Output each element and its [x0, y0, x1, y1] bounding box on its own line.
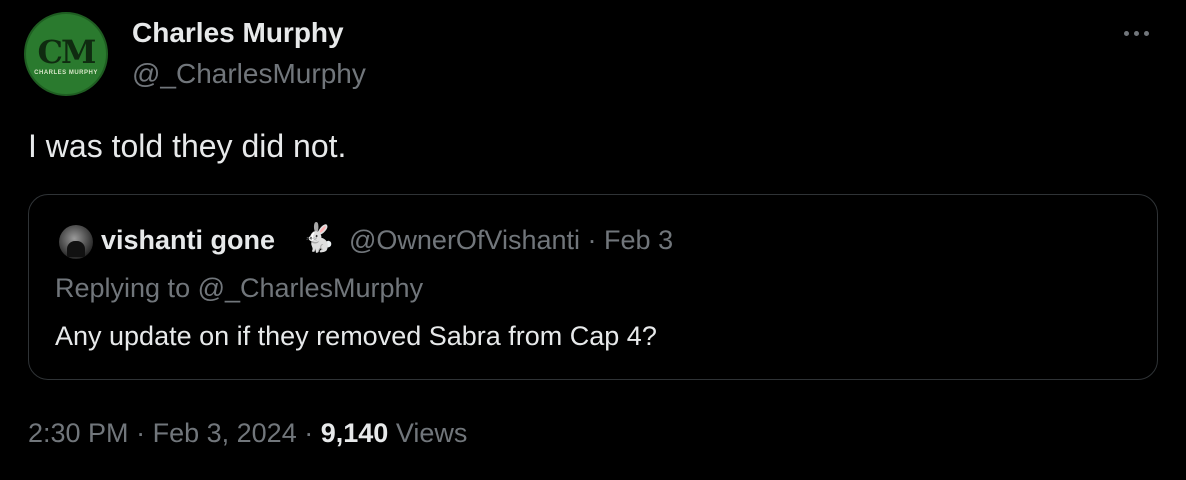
dot [1134, 30, 1139, 36]
replying-to-line: Replying to @_CharlesMurphy [55, 273, 424, 303]
quoted-meta: @OwnerOfVishanti · Feb 3 [349, 225, 673, 256]
dot [1124, 30, 1129, 36]
quoted-author-handle[interactable]: @OwnerOfVishanti [349, 225, 580, 255]
tweet-date[interactable]: Feb 3, 2024 [153, 418, 297, 448]
more-options-icon[interactable] [1124, 28, 1158, 38]
views-count: 9,140 [320, 418, 389, 448]
quoted-author-avatar[interactable] [59, 225, 93, 259]
footer-separator: · [136, 418, 146, 448]
tweet-text: I was told they did not. [28, 128, 347, 164]
quoted-date[interactable]: Feb 3 [604, 225, 673, 255]
tweet-time[interactable]: 2:30 PM [28, 418, 129, 448]
quoted-tweet-text: Any update on if they removed Sabra from… [55, 321, 657, 351]
footer-separator: · [304, 418, 314, 448]
meta-separator: · [587, 225, 597, 255]
quoted-tweet-card[interactable]: vishanti gone 🐇 @OwnerOfVishanti · Feb 3… [28, 194, 1158, 380]
views-label: Views [395, 418, 468, 448]
tweet-footer: 2:30 PM · Feb 3, 2024 · 9,140 Views [28, 418, 467, 449]
dot [1144, 30, 1149, 36]
avatar-subtitle: CHARLES MURPHY [34, 70, 98, 76]
author-avatar[interactable]: CM CHARLES MURPHY [24, 12, 108, 96]
avatar-monogram: CM [37, 33, 97, 71]
rabbit-emoji-icon: 🐇 [301, 221, 336, 254]
author-handle[interactable]: @_CharlesMurphy [132, 58, 366, 90]
quoted-author-name[interactable]: vishanti gone [101, 225, 275, 256]
author-name[interactable]: Charles Murphy [132, 17, 344, 49]
